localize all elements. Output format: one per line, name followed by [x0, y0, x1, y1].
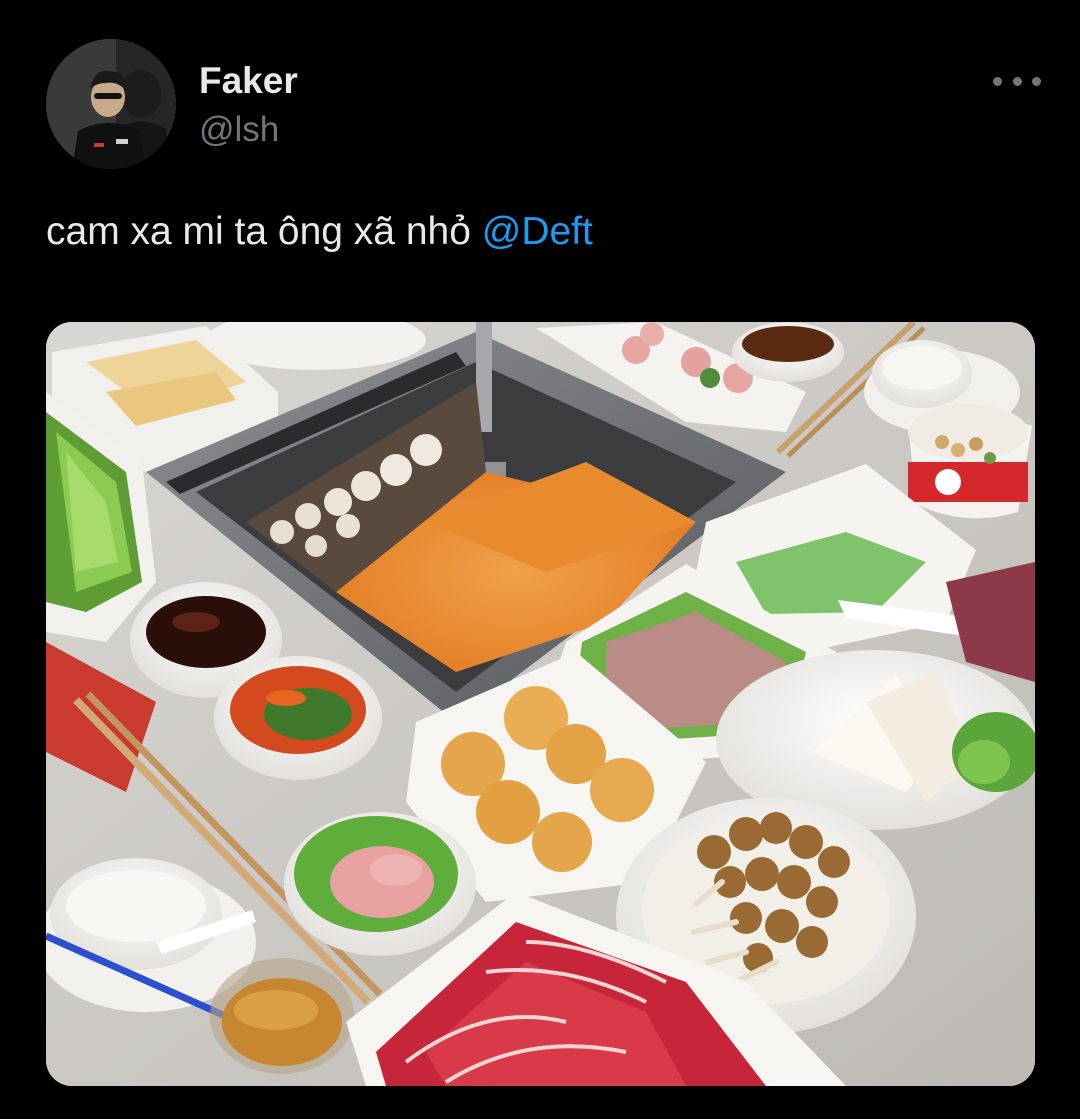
tweet-photo[interactable] — [46, 322, 1035, 1086]
tweet: Faker @lsh cam xa mi ta ông xã nhỏ @Deft — [0, 0, 1080, 1119]
tweet-text: cam xa mi ta ông xã nhỏ @Deft — [46, 206, 1036, 258]
author-avatar[interactable] — [46, 39, 176, 169]
more-options-icon[interactable] — [993, 66, 1041, 96]
author-handle[interactable]: @lsh — [199, 108, 279, 152]
dot — [1032, 76, 1041, 86]
dot — [993, 76, 1002, 86]
dot — [1012, 76, 1022, 86]
author-display-name[interactable]: Faker — [199, 58, 298, 104]
tweet-text-body: cam xa mi ta ông xã nhỏ — [46, 210, 482, 253]
mention-link[interactable]: @Deft — [482, 210, 593, 253]
